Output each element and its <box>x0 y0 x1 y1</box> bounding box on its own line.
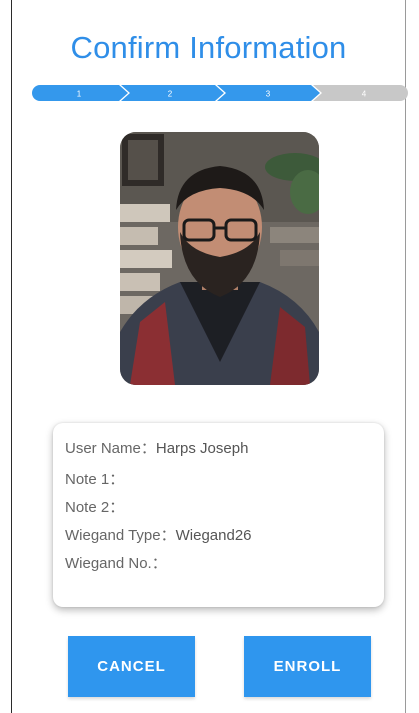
wiegand-type-label: Wiegand Type： <box>65 527 176 544</box>
note2-row: Note 2： <box>65 496 124 517</box>
frame-border-left <box>11 0 12 713</box>
user-name-value: Harps Joseph <box>155 440 249 457</box>
user-name-label: User Name： <box>65 440 156 457</box>
step-progress: 1 2 3 4 <box>32 85 408 101</box>
step-1-label: 1 <box>77 90 82 99</box>
cancel-button[interactable]: CANCEL <box>68 636 195 697</box>
wiegand-no-row: Wiegand No.： <box>65 552 167 573</box>
step-4-label: 4 <box>362 90 367 99</box>
step-2-label: 2 <box>168 90 173 99</box>
step-3-label: 3 <box>266 90 271 99</box>
wiegand-no-label: Wiegand No.： <box>65 555 167 572</box>
note1-row: Note 1： <box>65 468 124 489</box>
user-photo-icon <box>120 132 319 385</box>
enroll-button[interactable]: ENROLL <box>244 636 371 697</box>
step-4-segment <box>313 85 408 101</box>
user-photo <box>120 132 319 385</box>
info-card: User Name：Harps Joseph Note 1： Note 2： W… <box>53 423 384 607</box>
note1-label: Note 1： <box>65 471 125 488</box>
page-title: Confirm Information <box>70 30 347 65</box>
note2-label: Note 2： <box>65 499 125 516</box>
wiegand-type-row: Wiegand Type：Wiegand26 <box>65 524 252 545</box>
frame-border-right <box>405 0 406 713</box>
user-name-row: User Name：Harps Joseph <box>65 437 248 458</box>
step-2-segment <box>121 85 224 101</box>
wiegand-type-value: Wiegand26 <box>175 527 252 544</box>
